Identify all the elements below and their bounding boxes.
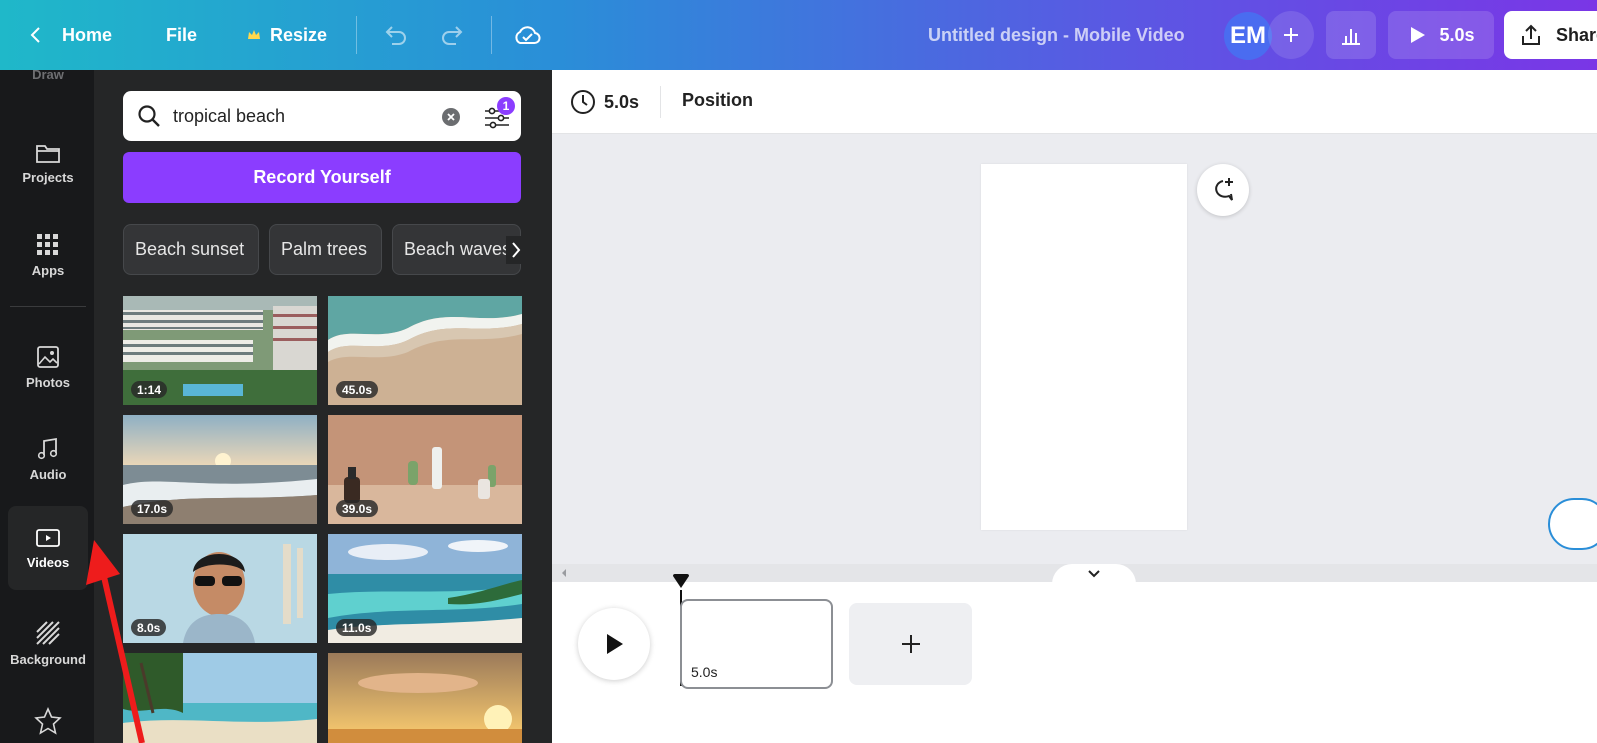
video-thumbnail[interactable] (123, 653, 317, 743)
home-label: Home (62, 24, 113, 45)
filter-badge: 1 (497, 97, 515, 115)
video-thumbnail[interactable]: 11.0s (328, 534, 522, 643)
clock-icon (571, 90, 595, 114)
record-yourself-button[interactable]: Record Yourself (123, 152, 521, 203)
avatar[interactable]: EM (1224, 12, 1272, 60)
undo-icon (385, 26, 406, 45)
clear-search-icon[interactable] (441, 107, 461, 127)
music-note-icon (37, 437, 58, 459)
rail-item-projects[interactable]: Projects (8, 122, 88, 204)
play-icon (1411, 27, 1426, 43)
rail-divider (10, 306, 86, 307)
assistant-button[interactable] (1548, 498, 1597, 550)
video-duration: 17.0s (131, 500, 174, 517)
video-duration: 39.0s (336, 500, 379, 517)
video-thumbnail[interactable]: 45.0s (328, 296, 522, 405)
crown-icon (248, 30, 260, 39)
bar-chart-icon (1342, 29, 1360, 45)
share-label: Share (1556, 24, 1597, 45)
play-icon (607, 634, 623, 654)
rail-item-label: Projects (22, 169, 74, 185)
video-duration: 8.0s (131, 619, 167, 636)
rail-item-background[interactable]: Background (8, 602, 88, 684)
rail-item-draw[interactable]: Draw (8, 60, 88, 88)
search-input[interactable] (173, 103, 423, 129)
save-status-button[interactable] (512, 0, 542, 70)
chip-beach-sunset[interactable]: Beach sunset (123, 224, 259, 275)
redo-button[interactable] (440, 0, 466, 70)
search-icon (138, 105, 160, 127)
redo-icon (442, 26, 463, 45)
rail-item-label: Photos (25, 374, 71, 390)
play-duration: 5.0s (1439, 24, 1475, 45)
divider (491, 16, 492, 54)
video-duration: 11.0s (336, 619, 378, 636)
video-thumbnail[interactable]: 1:14 (123, 296, 317, 405)
rail-item-label: Videos (26, 554, 70, 570)
document-title[interactable]: Untitled design - Mobile Video (928, 0, 1185, 70)
resize-label: Resize (270, 24, 328, 45)
video-thumbnail[interactable]: 8.0s (123, 534, 317, 643)
collapse-timeline-button[interactable] (1052, 564, 1136, 584)
chip-label: Beach waves (404, 239, 512, 259)
add-collaborator-button[interactable] (1268, 11, 1314, 59)
playhead-marker-icon[interactable] (672, 574, 690, 590)
folder-icon (36, 144, 60, 163)
photo-icon (37, 345, 59, 368)
video-thumbnail[interactable]: 39.0s (328, 415, 522, 524)
comment-add-icon (1215, 178, 1233, 201)
divider (660, 86, 661, 118)
timeline-clip[interactable]: 5.0s (680, 599, 833, 689)
rail-item-label: Audio (29, 466, 67, 482)
video-duration: 1:14 (131, 381, 168, 398)
resize-button[interactable]: Resize (246, 0, 327, 70)
chevron-down-icon (1088, 570, 1100, 578)
chips-scroll-right-button[interactable] (506, 236, 526, 264)
star-icon (34, 707, 62, 735)
background-icon (36, 620, 60, 645)
cloud-check-icon (515, 26, 541, 44)
rail-item-photos[interactable]: Photos (8, 326, 88, 408)
share-upload-icon (1522, 24, 1540, 45)
rail-item-label: Apps (31, 262, 65, 278)
context-toolbar: 5.0s Position (552, 70, 1597, 134)
duration-label: 5.0s (604, 91, 640, 112)
top-bar: Home File Resize Untitled design - Mobil… (0, 0, 1597, 70)
scroll-left-icon (562, 569, 566, 577)
rail-item-videos[interactable]: Videos (8, 506, 88, 590)
chevron-left-icon (30, 27, 40, 43)
present-play-button[interactable]: 5.0s (1388, 11, 1494, 59)
golden-sunset-video (328, 653, 522, 743)
video-duration: 45.0s (336, 381, 379, 398)
search-bar[interactable]: 1 (123, 91, 521, 141)
share-button[interactable]: Share (1504, 11, 1597, 59)
chip-palm-trees[interactable]: Palm trees (269, 224, 382, 275)
plus-icon (1284, 28, 1298, 42)
rail-item-audio[interactable]: Audio (8, 418, 88, 500)
rail-item-label: Background (10, 651, 86, 667)
filter-button[interactable]: 1 (483, 97, 515, 131)
duration-button[interactable]: 5.0s (570, 88, 639, 116)
chip-beach-waves[interactable]: Beach waves (392, 224, 521, 275)
add-page-button[interactable] (849, 603, 972, 685)
rail-item-apps[interactable]: Apps (8, 214, 88, 296)
rail-item-starred[interactable] (8, 696, 88, 743)
design-page[interactable] (981, 164, 1187, 530)
timeline-play-button[interactable] (578, 608, 650, 680)
rail-item-label: Draw (32, 66, 64, 82)
position-button[interactable]: Position (682, 90, 753, 111)
undo-button[interactable] (382, 0, 408, 70)
file-menu[interactable]: File (166, 0, 197, 70)
video-thumbnail[interactable]: 17.0s (123, 415, 317, 524)
insights-button[interactable] (1326, 11, 1376, 59)
chevron-right-icon (512, 242, 521, 258)
add-comment-button[interactable] (1197, 164, 1249, 216)
plus-icon (901, 635, 920, 653)
palm-beach-video (123, 653, 317, 743)
apps-grid-icon (37, 233, 58, 255)
clip-duration: 5.0s (691, 664, 718, 680)
video-thumbnail[interactable] (328, 653, 522, 743)
divider (356, 16, 357, 54)
video-icon (36, 528, 60, 547)
